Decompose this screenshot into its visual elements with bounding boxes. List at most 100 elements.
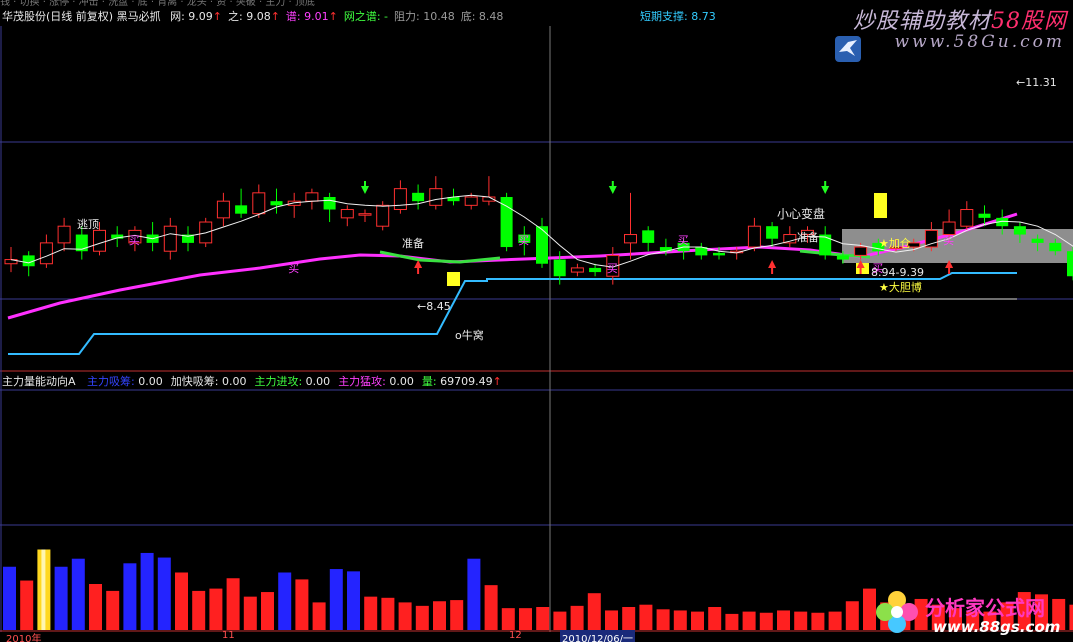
candle-body (305, 192, 319, 202)
buy-signal-label: 买 (518, 234, 529, 247)
volume-bar (192, 590, 206, 630)
candle-body (766, 226, 779, 239)
candle-body (713, 252, 725, 256)
volume-bar (450, 600, 464, 630)
candle-body (589, 267, 602, 273)
candle-body (93, 229, 106, 252)
label-xiaoxin-biangpan: 小心变盘 (777, 207, 826, 221)
volume-bar (759, 612, 773, 630)
volume-bar (587, 593, 601, 630)
candle (642, 226, 655, 252)
flower-logo-icon (876, 591, 918, 633)
candle-body (854, 246, 868, 256)
volume-bar (398, 602, 412, 630)
candle (287, 192, 301, 218)
volume-bar (691, 611, 704, 630)
buy-signal-label: 买 (678, 234, 689, 247)
volume-bar (381, 597, 395, 630)
down-arrow-icon (821, 181, 830, 194)
candle-body (1067, 251, 1073, 277)
volume-bar (89, 584, 102, 630)
candle-body (624, 234, 637, 244)
candle (146, 222, 159, 252)
label-jiacang: ★加仓 (879, 237, 911, 250)
candle-body (376, 204, 390, 227)
volume-bar (484, 585, 498, 630)
candle (270, 188, 283, 214)
candle (924, 222, 938, 252)
volume-bar (570, 605, 584, 630)
label-taoding: 逃顶 (77, 218, 99, 231)
candle (747, 217, 761, 252)
candle (305, 188, 319, 210)
candle-body (536, 226, 548, 264)
volume-bar-highlight (41, 549, 46, 630)
label-high-price: ←11.31 (1016, 76, 1057, 89)
volume-bar (364, 596, 378, 630)
volume-bar (226, 578, 240, 630)
candle-body (819, 234, 832, 256)
volume-bar (467, 558, 481, 630)
volume-bar (123, 563, 137, 630)
volume-bar (794, 611, 808, 630)
volume-bar (209, 588, 223, 630)
volume-bar (777, 610, 790, 630)
volume-bar (278, 572, 292, 630)
volume-bar (106, 590, 120, 630)
candle-body (429, 188, 443, 206)
axis-label-cursor-date: 2010/12/06/一 (560, 630, 636, 642)
candle (393, 180, 407, 214)
candle (819, 226, 832, 260)
candle (323, 192, 336, 223)
candle (1067, 247, 1073, 281)
candle (57, 217, 71, 252)
volume-bar (3, 566, 16, 630)
candle (500, 192, 513, 252)
candle (482, 176, 496, 206)
candle-body (747, 225, 761, 248)
candle (39, 234, 53, 268)
axis-label-month-11: 11 (222, 630, 235, 641)
volume-bar (519, 608, 532, 630)
volume-bar (243, 596, 257, 630)
yellow-signal-block (874, 193, 887, 218)
candle-body (464, 196, 478, 206)
candle-body (358, 213, 372, 216)
candle-body (412, 192, 425, 202)
candle (216, 192, 230, 227)
volume-bar (20, 580, 34, 630)
trend-segment-green (379, 250, 501, 264)
candle (340, 205, 354, 227)
volume-bar (54, 566, 68, 630)
candle-body (960, 209, 974, 227)
candle-body (1013, 226, 1026, 235)
volume-bar (140, 552, 154, 630)
candle-body (1031, 238, 1044, 243)
candle-body (924, 229, 938, 248)
candle (429, 176, 443, 210)
candle (695, 242, 708, 260)
candle (766, 222, 779, 248)
volume-bar (433, 601, 446, 630)
candle-body (323, 197, 336, 210)
down-arrow-icon (361, 181, 369, 194)
volume-bar (1069, 604, 1073, 630)
down-arrow-icon (608, 181, 617, 194)
yellow-signal-block (447, 272, 460, 286)
candle (163, 217, 177, 260)
candle (235, 188, 248, 218)
volume-bar (656, 609, 670, 630)
candle (783, 226, 797, 248)
axis-label-month-12: 12 (509, 630, 522, 641)
candle-body (553, 259, 566, 277)
candle (4, 247, 18, 273)
label-zhunbei-1: 准备 (402, 237, 424, 250)
volume-bar (175, 572, 188, 630)
candle-body (836, 255, 849, 260)
volume-bar (742, 611, 756, 630)
price-chart[interactable]: 买买买买买买买买买买买 (0, 0, 1073, 372)
candle-body (252, 192, 266, 215)
candle-body (393, 188, 407, 211)
volume-bar (329, 569, 343, 630)
volume-bar (708, 607, 722, 630)
